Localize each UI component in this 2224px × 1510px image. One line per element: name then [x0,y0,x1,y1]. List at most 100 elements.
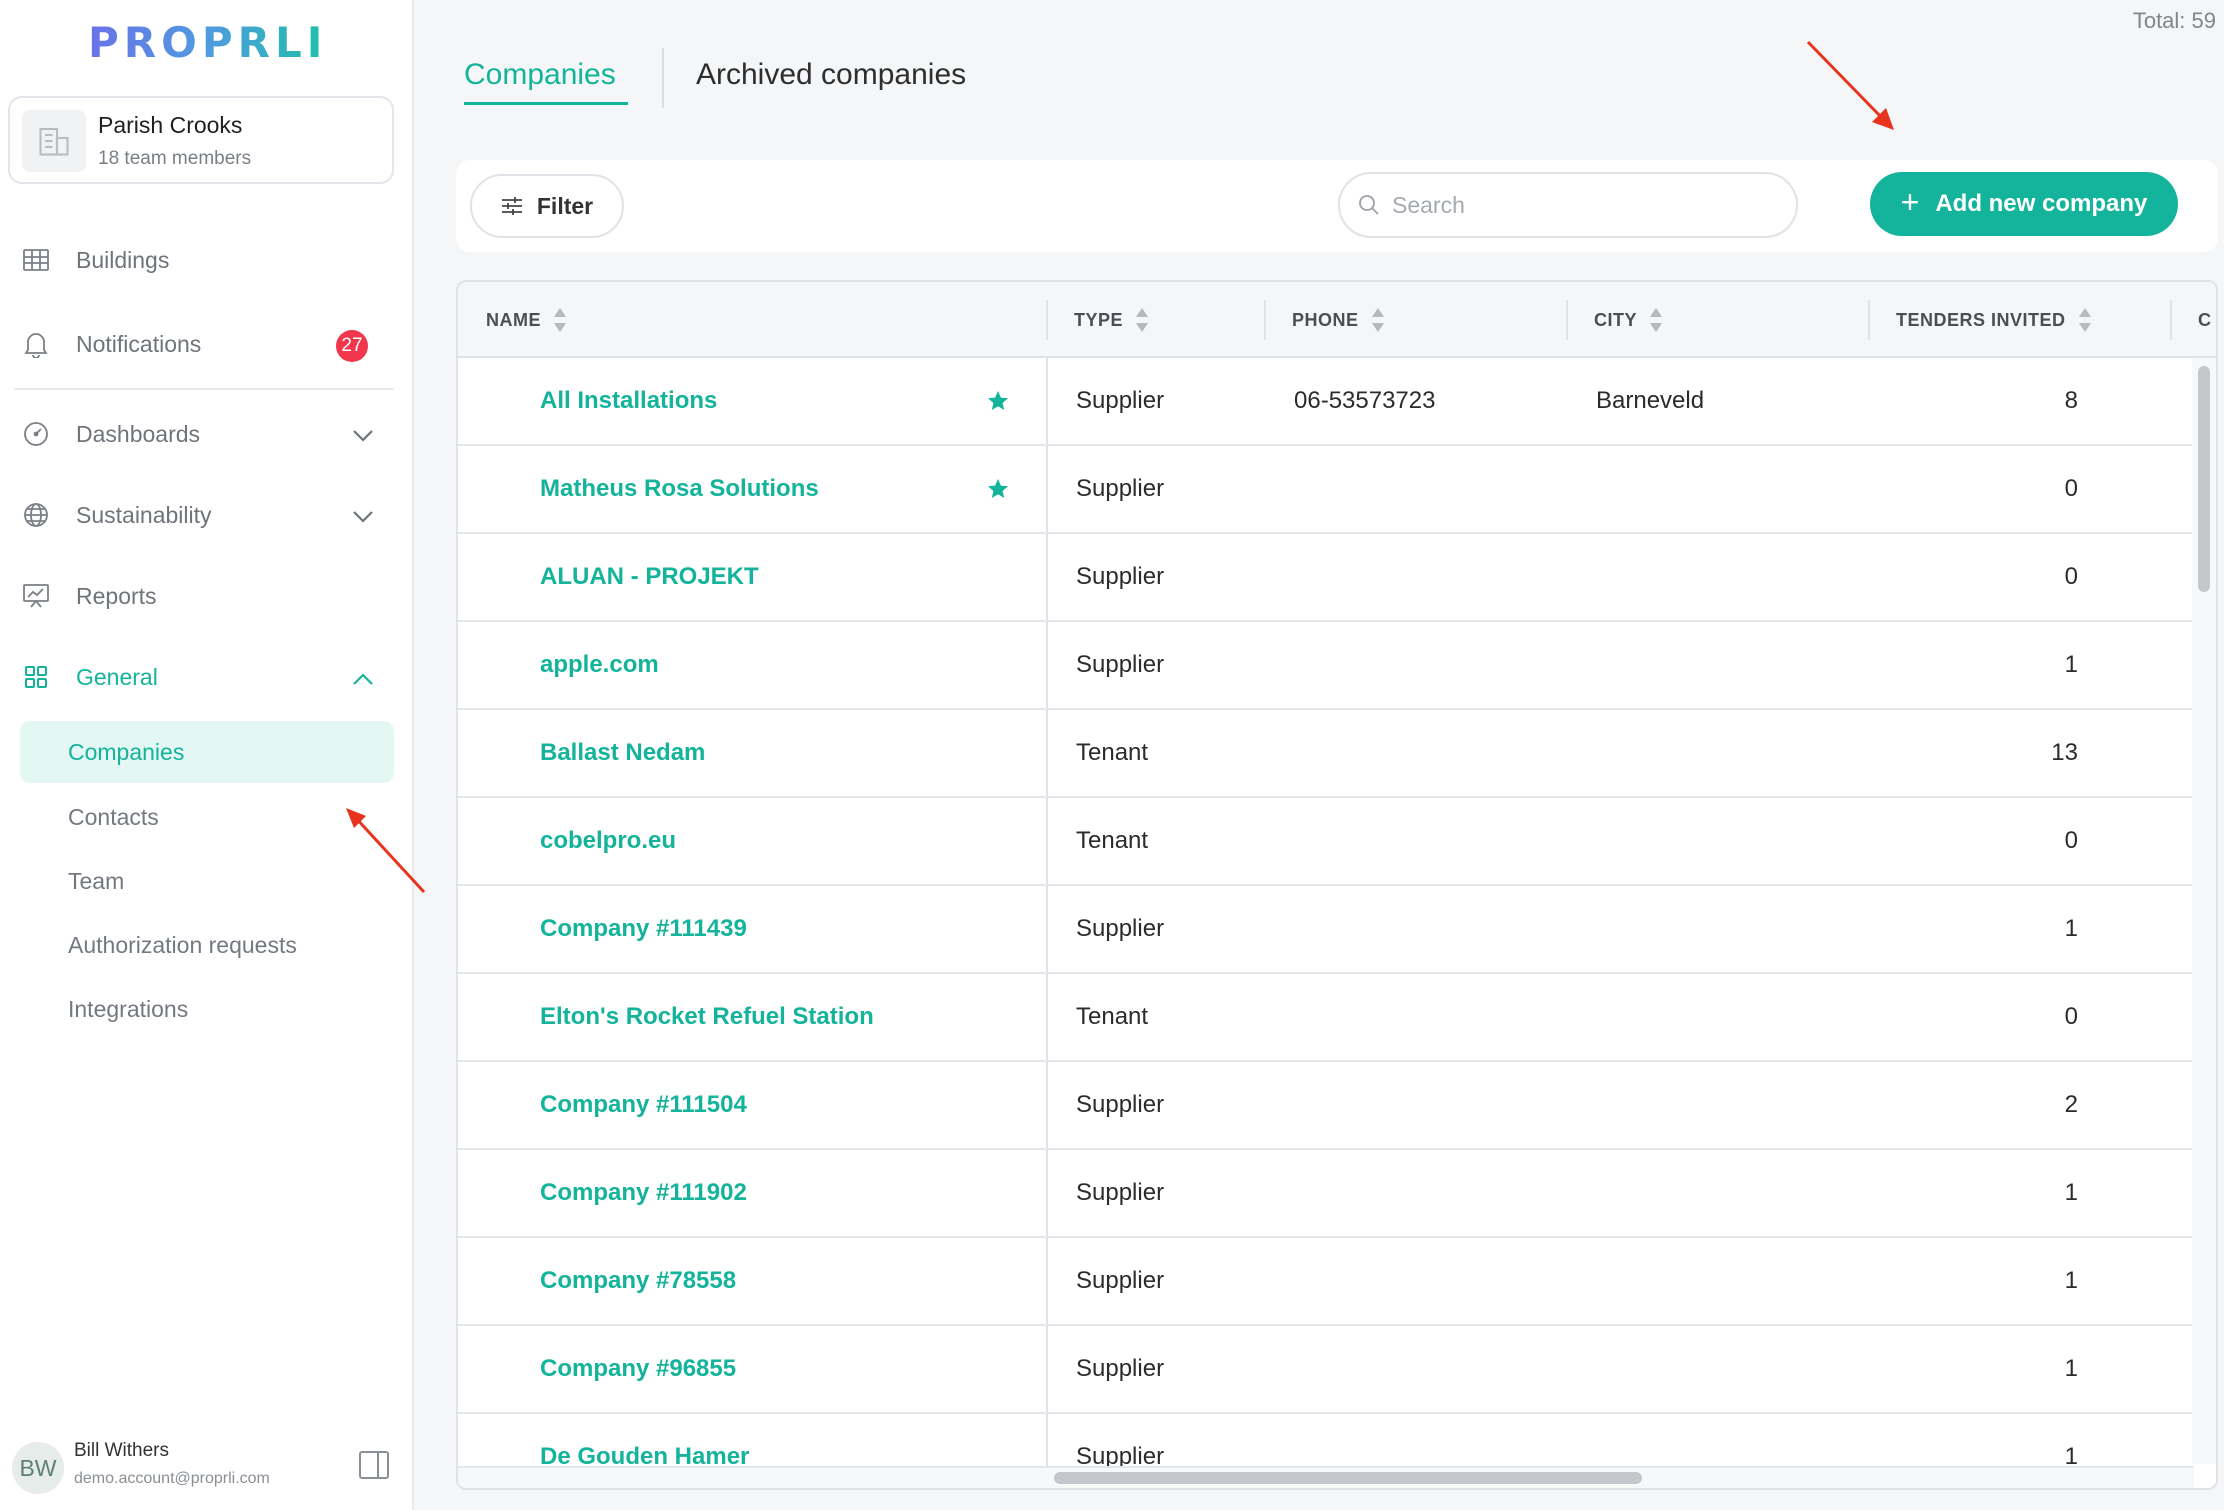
sidebar-subitem-companies[interactable]: Companies [20,721,394,783]
company-name-link[interactable]: apple.com [540,622,659,708]
vertical-scrollbar-thumb[interactable] [2198,366,2210,592]
column-header-city[interactable]: CITY [1594,282,1663,358]
sidebar-item-reports[interactable]: Reports [14,566,394,626]
table-row[interactable]: Elton's Rocket Refuel Station Tenant 0 [458,974,2194,1062]
table-row[interactable]: Ballast Nedam Tenant 13 [458,710,2194,798]
table-row[interactable]: Company #111504 Supplier 2 [458,1062,2194,1150]
column-separator [1264,300,1266,340]
company-phone: 06-53573723 [1294,387,1436,414]
tenders-invited-count: 13 [2051,739,2078,766]
sidebar-item-general[interactable]: General [14,647,394,707]
table-row[interactable]: All Installations Supplier 06-53573723 Barn… [458,358,2194,446]
column-header-name[interactable]: NAME [486,282,567,358]
sidebar-collapse-icon[interactable] [358,1450,390,1485]
search-input[interactable] [1392,191,1752,219]
sort-icon [2078,308,2091,332]
annotation-arrow-icon [346,808,426,894]
company-name-link[interactable]: Ballast Nedam [540,710,705,796]
globe-icon [18,497,54,533]
table-row[interactable]: Matheus Rosa Solutions Supplier 0 [458,446,2194,534]
account-switcher[interactable]: Parish Crooks 18 team members [8,96,394,184]
tenders-invited-count: 0 [2064,563,2078,590]
column-separator [1868,300,1870,340]
account-name: Parish Crooks [98,112,243,138]
company-name-link[interactable]: Company #111439 [540,886,747,972]
tenders-invited-count: 1 [2064,1355,2078,1382]
current-user[interactable]: BW Bill Withers demo.account@proprli.com [6,1436,406,1496]
sidebar-item-dashboards[interactable]: Dashboards [14,404,394,464]
company-name-link[interactable]: Company #96855 [540,1326,736,1412]
company-name-link[interactable]: Matheus Rosa Solutions [540,446,819,532]
companies-toolbar: Filter + Add new company [456,160,2218,252]
chevron-down-icon[interactable] [352,422,374,449]
column-header-label: NAME [486,309,541,330]
sidebar-divider [14,388,394,390]
table-row[interactable]: cobelpro.eu Tenant 0 [458,798,2194,886]
table-row[interactable]: Company #96855 Supplier 1 [458,1326,2194,1414]
star-icon[interactable] [986,358,1010,444]
column-header-label: TYPE [1074,309,1124,330]
company-type: Supplier [1076,563,1165,590]
chevron-up-icon[interactable] [352,665,374,692]
sort-icon [554,308,566,332]
sidebar-item-label: Dashboards [76,420,201,447]
add-new-company-button[interactable]: + Add new company [1870,172,2178,236]
bell-icon [18,326,54,362]
table-row[interactable]: Company #78558 Supplier 1 [458,1238,2194,1326]
annotation-arrow-icon [1806,40,1894,130]
tab-archived-companies[interactable]: Archived companies [696,58,966,92]
company-type: Tenant [1076,1003,1149,1030]
company-type: Tenant [1076,739,1149,766]
sidebar-item-notifications[interactable]: Notifications 27 [14,314,394,374]
company-name-link[interactable]: cobelpro.eu [540,798,676,884]
company-type: Supplier [1076,1355,1165,1382]
company-name-link[interactable]: All Installations [540,358,717,444]
company-name-link[interactable]: Elton's Rocket Refuel Station [540,974,874,1060]
column-header-tenders-invited[interactable]: TENDERS INVITED [1896,282,2092,358]
active-tab-indicator [464,102,628,105]
sidebar-item-buildings[interactable]: Buildings [14,230,394,290]
table-row[interactable]: Company #111902 Supplier 1 [458,1150,2194,1238]
companies-table: NAME TYPE PHONE CITY TENDERS INVITED C A… [456,280,2218,1490]
company-name-link[interactable]: Company #111902 [540,1150,747,1236]
table-row[interactable]: apple.com Supplier 1 [458,622,2194,710]
sidebar-item-label: General [76,663,158,690]
column-header-type[interactable]: TYPE [1074,282,1149,358]
sliders-icon [501,197,522,215]
tab-companies[interactable]: Companies [464,58,616,92]
sidebar-item-sustainability[interactable]: Sustainability [14,485,394,545]
table-row[interactable]: Company #111439 Supplier 1 [458,886,2194,974]
company-type: Supplier [1076,1267,1165,1294]
sidebar-subitem-integrations[interactable]: Integrations [20,978,394,1040]
sidebar-subitem-authorization-requests[interactable]: Authorization requests [20,914,394,976]
company-name-link[interactable]: Company #78558 [540,1238,736,1324]
search-field[interactable] [1338,172,1798,238]
tenders-invited-count: 8 [2064,387,2078,414]
company-name-link[interactable]: ALUAN - PROJEKT [540,534,759,620]
apps-grid-icon [18,659,54,695]
star-icon[interactable] [986,446,1010,532]
sidebar-subitem-contacts[interactable]: Contacts [20,786,394,848]
column-header-label: TENDERS INVITED [1896,309,2066,330]
column-separator [1566,300,1568,340]
sort-icon [1136,308,1149,332]
proprli-logo[interactable]: PROPRLI [88,18,327,67]
chevron-down-icon[interactable] [352,503,374,530]
sidebar-item-label: Sustainability [76,501,212,528]
filter-button[interactable]: Filter [470,174,624,238]
sidebar-subitem-team[interactable]: Team [20,850,394,912]
horizontal-scrollbar-thumb[interactable] [1054,1472,1642,1484]
add-new-company-label: Add new company [1935,190,2148,217]
company-type: Supplier [1076,1091,1165,1118]
search-icon [1359,195,1379,215]
sidebar-item-label: Reports [76,582,157,609]
column-header-phone[interactable]: PHONE [1292,282,1385,358]
company-name-link[interactable]: Company #111504 [540,1062,747,1148]
column-header-truncated[interactable]: C [2198,282,2212,358]
sort-icon [1650,308,1663,332]
table-row[interactable]: ALUAN - PROJEKT Supplier 0 [458,534,2194,622]
tenders-invited-count: 2 [2064,1091,2078,1118]
tenders-invited-count: 1 [2064,1267,2078,1294]
tenders-invited-count: 0 [2064,1003,2078,1030]
company-type: Supplier [1076,651,1165,678]
